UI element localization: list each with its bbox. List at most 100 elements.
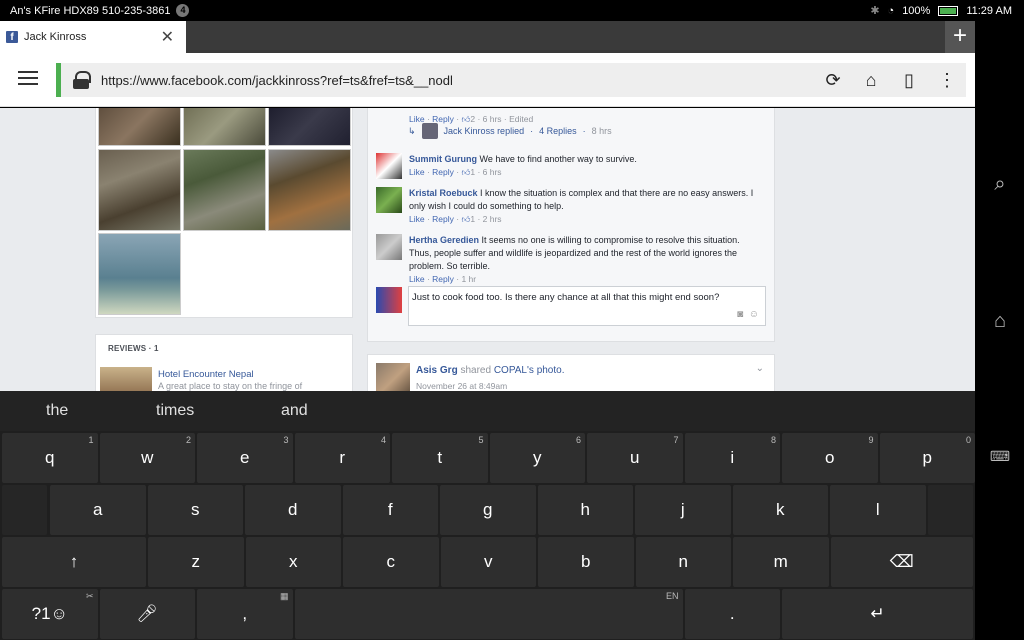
avatar[interactable] [376, 187, 402, 213]
key-h[interactable]: h [537, 485, 633, 535]
key-spacer-left[interactable] [2, 485, 47, 535]
key-b[interactable]: b [538, 537, 634, 587]
facebook-icon: f [6, 31, 18, 43]
post-time[interactable]: November 26 at 8:49am [416, 381, 507, 391]
shift-key-label: ↑ [69, 552, 79, 571]
key-i[interactable]: i8 [684, 433, 780, 483]
key-k[interactable]: k [732, 485, 828, 535]
reply-link[interactable]: Reply [432, 274, 454, 284]
commenter-name[interactable]: Kristal Roebuck [409, 188, 478, 198]
reviews-label: REVIEWS · 1 [108, 344, 159, 353]
emoji-icon[interactable]: ☺ [749, 309, 759, 320]
key-x[interactable]: x [245, 537, 341, 587]
suggestion[interactable]: the [46, 402, 68, 420]
photo-thumb[interactable] [183, 108, 266, 146]
reply-count[interactable]: 4 Replies [539, 126, 577, 136]
search-icon[interactable]: ⌕ [987, 171, 1013, 197]
system-nav-rail: ⌕ ⌂ ⌨ [975, 21, 1024, 640]
key-hint: EN [665, 591, 679, 601]
avatar[interactable] [376, 153, 402, 179]
home-icon[interactable]: ⌂ [987, 308, 1013, 334]
key-spacer-right[interactable] [927, 485, 973, 535]
photos-card [95, 108, 353, 318]
post-source[interactable]: COPAL [494, 365, 527, 376]
photo-thumb[interactable] [98, 149, 181, 231]
reply-link[interactable]: Reply [432, 167, 454, 177]
key-c[interactable]: c [343, 537, 439, 587]
photo-thumb[interactable] [183, 149, 266, 231]
key-m[interactable]: m [733, 537, 829, 587]
home-icon[interactable]: ⌂ [852, 70, 890, 91]
notification-badge: 4 [176, 4, 190, 17]
key-l[interactable]: l [830, 485, 926, 535]
reply-time: 8 hrs [591, 126, 612, 136]
tab-facebook[interactable]: f Jack Kinross ✕ [0, 21, 186, 53]
commenter-name[interactable]: Hertha Geredien [409, 235, 479, 245]
key-g[interactable]: g [440, 485, 536, 535]
chevron-down-icon[interactable]: ⌄ [756, 363, 764, 374]
new-tab-button[interactable]: + [945, 21, 975, 53]
symbols-key[interactable]: ?1☺ ✂ [2, 589, 98, 639]
key-p[interactable]: p0 [879, 433, 975, 483]
url-text[interactable]: https://www.facebook.com/jackkinross?ref… [101, 73, 814, 88]
key-w[interactable]: w2 [99, 433, 195, 483]
key-f[interactable]: f [342, 485, 438, 535]
key-v[interactable]: v [440, 537, 536, 587]
comment-input[interactable]: Just to cook food too. Is there any chan… [408, 286, 766, 326]
key-hint: ▦ [279, 591, 289, 601]
overflow-menu-icon[interactable]: ⋮ [928, 70, 966, 91]
key-o[interactable]: o9 [782, 433, 878, 483]
like-link[interactable]: Like [409, 167, 425, 177]
period-key[interactable]: . [684, 589, 780, 639]
key-q[interactable]: q1 [2, 433, 98, 483]
keyboard-hide-icon[interactable]: ⌨ [987, 443, 1013, 469]
photo-thumb[interactable] [268, 149, 351, 231]
key-s-label: s [191, 500, 200, 519]
key-z[interactable]: z [148, 537, 244, 587]
replier-name[interactable]: Jack Kinross replied [444, 126, 525, 136]
key-j[interactable]: j [635, 485, 731, 535]
photo-thumb[interactable] [268, 108, 351, 146]
review-hotel-image[interactable] [100, 367, 152, 391]
like-count: 1 [470, 214, 476, 224]
key-n[interactable]: n [635, 537, 731, 587]
key-a[interactable]: a [50, 485, 146, 535]
key-t[interactable]: t5 [392, 433, 488, 483]
commenter-name[interactable]: Summit Gurung [409, 154, 477, 164]
replies-summary[interactable]: ↳ Jack Kinross replied · 4 Replies · 8 hrs [408, 123, 612, 139]
photo-thumb[interactable] [98, 108, 181, 146]
suggestion[interactable]: and [281, 402, 308, 420]
key-s[interactable]: s [147, 485, 243, 535]
microphone-key[interactable]: 🎤︎ [99, 589, 195, 639]
like-link[interactable]: Like [409, 274, 425, 284]
like-link[interactable]: Like [409, 214, 425, 224]
key-y-label: y [533, 448, 542, 467]
suggestion[interactable]: times [156, 402, 194, 420]
key-y[interactable]: y6 [489, 433, 585, 483]
enter-key[interactable]: ↵ [782, 589, 973, 639]
key-d[interactable]: d [245, 485, 341, 535]
review-title[interactable]: Hotel Encounter Nepal [158, 369, 254, 380]
close-tab-icon[interactable]: ✕ [161, 27, 174, 47]
post-header: Asis Grg shared COPAL's photo. [416, 365, 565, 376]
reply-link[interactable]: Reply [432, 214, 454, 224]
address-bar[interactable]: https://www.facebook.com/jackkinross?ref… [56, 63, 966, 97]
post-object[interactable]: 's photo. [527, 365, 565, 376]
avatar[interactable] [376, 234, 402, 260]
comment-draft-text[interactable]: Just to cook food too. Is there any chan… [412, 292, 719, 303]
key-u[interactable]: u7 [587, 433, 683, 483]
bookmark-icon[interactable]: ▯ [890, 70, 928, 91]
camera-icon[interactable]: ◙ [737, 309, 743, 320]
backspace-key[interactable]: ⌫ [830, 537, 973, 587]
comma-key[interactable]: , ▦ [197, 589, 293, 639]
reload-icon[interactable]: ⟳ [814, 70, 852, 91]
space-key[interactable]: EN [294, 589, 683, 639]
photo-thumb[interactable] [98, 233, 181, 315]
shift-key[interactable]: ↑ [2, 537, 146, 587]
post-author[interactable]: Asis Grg [416, 365, 458, 376]
key-e[interactable]: e3 [197, 433, 293, 483]
key-hint: 6 [575, 435, 581, 445]
avatar[interactable] [376, 363, 410, 391]
hamburger-menu-icon[interactable] [18, 71, 38, 89]
key-r[interactable]: r4 [294, 433, 390, 483]
